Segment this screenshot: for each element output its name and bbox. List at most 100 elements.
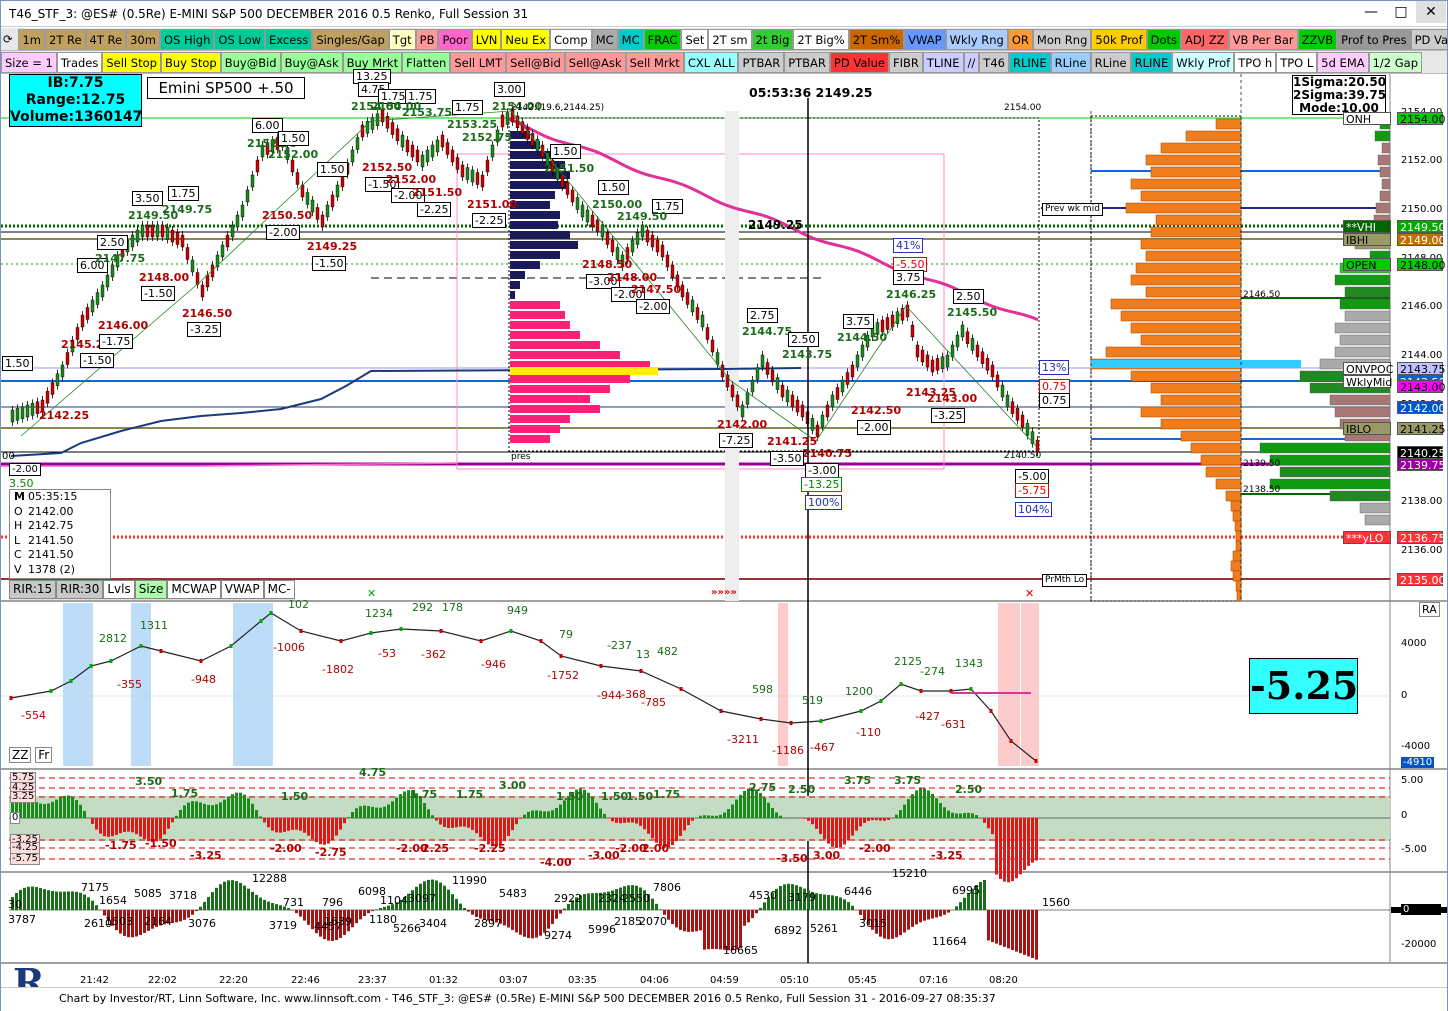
osc-bar	[339, 818, 342, 830]
price-label: 100%	[805, 495, 843, 510]
osc-bar	[219, 802, 222, 818]
toolbar-button-tpo-l[interactable]: TPO L	[1276, 52, 1318, 73]
renko-bar	[665, 254, 670, 268]
session-profile-bar	[1375, 202, 1391, 214]
toolbar-button-mc[interactable]: MC	[617, 29, 644, 50]
osc-bar	[487, 818, 490, 845]
toolbar-button-rline[interactable]: RLine	[1090, 52, 1131, 73]
price-label: -5.75	[1015, 483, 1050, 498]
price-label: 1.50	[278, 131, 309, 146]
toolbar-button-2t-big[interactable]: 2t Big	[751, 29, 794, 50]
refresh-icon[interactable]: ⟳	[1, 29, 15, 50]
toolbar-button-buy-stop[interactable]: Buy Stop	[160, 52, 221, 73]
toolbar-button-tgt[interactable]: Tgt	[388, 29, 416, 50]
toolbar-button-trades[interactable]: Trades	[56, 52, 103, 73]
toolbar-button-5d-ema[interactable]: 5d EMA	[1317, 52, 1369, 73]
toolbar-button-ptbar[interactable]: PTBAR	[784, 52, 830, 73]
signal-mark: ✕	[367, 587, 377, 600]
toolbar-button-sell-stop[interactable]: Sell Stop	[102, 52, 161, 73]
toolbar-button-pd-value[interactable]: PD Value	[829, 52, 889, 73]
rir-button-rir-15[interactable]: RIR:15	[9, 580, 57, 599]
delta-label: -1802	[322, 663, 354, 676]
volume-label: 11990	[452, 874, 487, 887]
toolbar-button-excess[interactable]: Excess	[265, 29, 313, 50]
level-tag: ONH	[1343, 112, 1391, 126]
toolbar-button-sell-lmt[interactable]: Sell LMT	[450, 52, 507, 73]
toolbar-button-frac[interactable]: FRAC	[643, 29, 682, 50]
toolbar-button-fibr[interactable]: FIBR	[888, 52, 923, 73]
toolbar-button-zzvb[interactable]: ZZVB	[1297, 29, 1338, 50]
profile-bar	[510, 341, 600, 349]
toolbar-button-pd-value[interactable]: PD Value	[1410, 29, 1447, 50]
renko-bar	[410, 144, 415, 158]
rir-button-mcwap[interactable]: MCWAP	[167, 580, 221, 599]
toolbar-button-1-2-gap[interactable]: 1/2 Gap	[1368, 52, 1423, 73]
toolbar-button-rline[interactable]: RLine	[1050, 52, 1091, 73]
toolbar-button-singles-gap[interactable]: Singles/Gap	[312, 29, 389, 50]
toolbar-button-1m[interactable]: 1m	[18, 29, 45, 50]
session-profile-bar	[1279, 466, 1391, 478]
osc-bar	[911, 794, 914, 818]
toolbar-button-50k-prof[interactable]: 50k Prof	[1091, 29, 1147, 50]
toolbar-button-buy-ask[interactable]: Buy@Ask	[280, 52, 343, 73]
toolbar-button-sell-bid[interactable]: Sell@Bid	[506, 52, 565, 73]
toolbar-button-vwap[interactable]: VWAP	[904, 29, 946, 50]
fr-button[interactable]: Fr	[35, 747, 53, 763]
toolbar-button-rline[interactable]: RLINE	[1130, 52, 1173, 73]
rir-button-size[interactable]: Size	[134, 580, 168, 599]
rir-button-rir-30[interactable]: RIR:30	[56, 580, 104, 599]
minimize-button[interactable]: —	[1356, 1, 1386, 23]
close-button[interactable]: ✕	[1416, 1, 1446, 23]
toolbar-button-os-low[interactable]: OS Low	[214, 29, 266, 50]
toolbar-button-lvn[interactable]: LVN	[471, 29, 502, 50]
toolbar-button-tpo-h[interactable]: TPO h	[1234, 52, 1277, 73]
zz-button[interactable]: ZZ	[9, 747, 32, 763]
delta-label: -1752	[547, 669, 579, 682]
toolbar-button-[interactable]: //	[963, 52, 980, 73]
toolbar-button-2t-re[interactable]: 2T Re	[45, 29, 86, 50]
ra-button[interactable]: RA	[1419, 602, 1440, 617]
toolbar-button-comp[interactable]: Comp	[550, 29, 592, 50]
toolbar-button-mc[interactable]: MC	[591, 29, 618, 50]
toolbar-button-pb[interactable]: PB	[415, 29, 439, 50]
toolbar-button-wkly-rng[interactable]: Wkly Rng	[945, 29, 1008, 50]
volume-delta-bar	[847, 902, 850, 910]
toolbar-button-rline[interactable]: RLINE	[1008, 52, 1051, 73]
toolbar-button-sell-mrkt[interactable]: Sell Mrkt	[625, 52, 684, 73]
toolbar-button-vb-per-bar[interactable]: VB Per Bar	[1228, 29, 1298, 50]
toolbar-button-4t-re[interactable]: 4T Re	[85, 29, 127, 50]
toolbar-button-2t-sm[interactable]: 2T Sm%	[848, 29, 905, 50]
rir-button-vwap[interactable]: VWAP	[220, 580, 264, 599]
toolbar-button-size-1[interactable]: Size = 1	[1, 52, 57, 73]
toolbar-button-neu-ex[interactable]: Neu Ex	[501, 29, 551, 50]
toolbar-button-dots[interactable]: Dots	[1146, 29, 1182, 50]
osc-bar	[327, 818, 330, 844]
toolbar-button-tline[interactable]: TLINE	[922, 52, 964, 73]
toolbar-button-wkly-prof[interactable]: Wkly Prof	[1172, 52, 1235, 73]
osc-bar	[847, 818, 850, 841]
toolbar-button-2t-big[interactable]: 2T Big%	[793, 29, 849, 50]
toolbar-button-or[interactable]: OR	[1007, 29, 1033, 50]
toolbar-button-2t-sm[interactable]: 2T sm	[708, 29, 752, 50]
rir-button-lvls[interactable]: Lvls	[103, 580, 135, 599]
toolbar-button-adj-zz[interactable]: ADJ ZZ	[1181, 29, 1229, 50]
toolbar-button-sell-ask[interactable]: Sell@Ask	[564, 52, 626, 73]
toolbar-button-prof-to-pres[interactable]: Prof to Pres	[1337, 29, 1411, 50]
toolbar-button-poor[interactable]: Poor	[438, 29, 472, 50]
toolbar-button-30m[interactable]: 30m	[126, 29, 160, 50]
toolbar-button-cxl-all[interactable]: CXL ALL	[683, 52, 739, 73]
toolbar-button-buy-bid[interactable]: Buy@Bid	[220, 52, 281, 73]
toolbar-button-set[interactable]: Set	[681, 29, 709, 50]
volume-delta-bar	[35, 887, 38, 910]
rir-button-mc-[interactable]: MC-	[263, 580, 295, 599]
delta-label: -785	[641, 696, 666, 709]
maximize-button[interactable]: □	[1386, 1, 1416, 23]
toolbar-button-ptbar[interactable]: PTBAR	[738, 52, 785, 73]
toolbar-button-t46[interactable]: T46	[979, 52, 1009, 73]
osc-label: 3.75	[844, 774, 872, 787]
toolbar-button-mon-rng[interactable]: Mon Rng	[1032, 29, 1092, 50]
price-label: 1.50	[598, 180, 629, 195]
toolbar-button-os-high[interactable]: OS High	[159, 29, 215, 50]
toolbar-button-flatten[interactable]: Flatten	[402, 52, 451, 73]
renko-bar	[580, 204, 585, 218]
